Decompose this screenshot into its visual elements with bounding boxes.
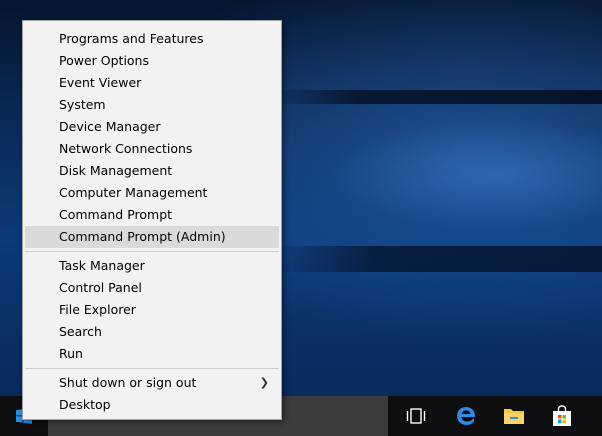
power-user-menu: Programs and Features Power Options Even… (22, 20, 282, 420)
menu-item-shut-down-or-sign-out[interactable]: Shut down or sign out ❯ (25, 372, 279, 394)
menu-item-command-prompt-admin[interactable]: Command Prompt (Admin) (25, 226, 279, 248)
menu-separator (25, 368, 279, 369)
menu-item-programs-and-features[interactable]: Programs and Features (25, 28, 279, 50)
menu-item-control-panel[interactable]: Control Panel (25, 277, 279, 299)
menu-item-run[interactable]: Run (25, 343, 279, 365)
menu-item-file-explorer[interactable]: File Explorer (25, 299, 279, 321)
store-button[interactable] (538, 396, 586, 436)
menu-item-desktop[interactable]: Desktop (25, 394, 279, 416)
wallpaper-beam (270, 246, 602, 272)
menu-item-command-prompt[interactable]: Command Prompt (25, 204, 279, 226)
menu-item-event-viewer[interactable]: Event Viewer (25, 72, 279, 94)
wallpaper-beam (270, 90, 602, 104)
menu-item-task-manager[interactable]: Task Manager (25, 255, 279, 277)
chevron-right-icon: ❯ (259, 376, 269, 389)
task-view-icon (406, 408, 426, 424)
menu-separator (25, 251, 279, 252)
menu-item-power-options[interactable]: Power Options (25, 50, 279, 72)
menu-item-search[interactable]: Search (25, 321, 279, 343)
wallpaper-glow (330, 120, 602, 230)
edge-browser-icon (457, 407, 476, 425)
store-icon (553, 405, 571, 426)
menu-item-device-manager[interactable]: Device Manager (25, 116, 279, 138)
menu-item-label: Shut down or sign out (59, 375, 197, 390)
menu-item-network-connections[interactable]: Network Connections (25, 138, 279, 160)
menu-item-computer-management[interactable]: Computer Management (25, 182, 279, 204)
menu-item-disk-management[interactable]: Disk Management (25, 160, 279, 182)
file-explorer-icon (504, 409, 524, 424)
menu-item-system[interactable]: System (25, 94, 279, 116)
edge-browser-button[interactable] (442, 396, 490, 436)
file-explorer-button[interactable] (490, 396, 538, 436)
task-view-button[interactable] (392, 396, 440, 436)
